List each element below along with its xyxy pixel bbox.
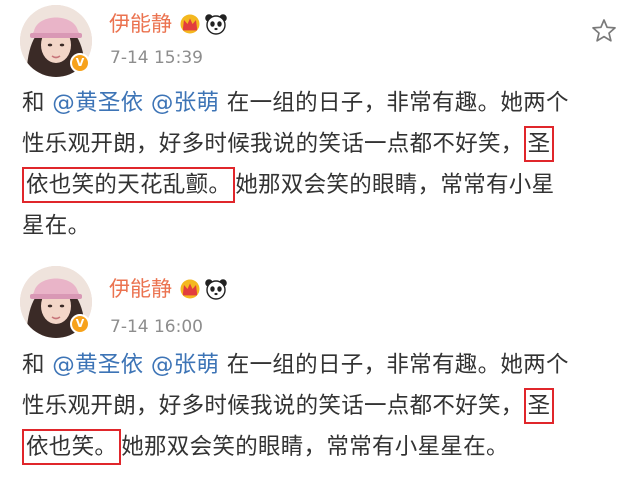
post-timestamp: 7-14 16:00 xyxy=(110,317,203,337)
weibo-post: V 伊能静 7-14 16:00 和 @黄圣依 @张萌 在一组的日子，非常有趣。… xyxy=(0,262,640,499)
mention-link[interactable]: @张萌 xyxy=(151,352,219,378)
text-line: 和 @黄圣依 @张萌 在一组的日子，非常有趣。她两个 xyxy=(22,83,622,124)
panda-icon xyxy=(205,279,227,300)
highlight-box: 圣 xyxy=(523,126,555,162)
post-timestamp: 7-14 15:39 xyxy=(110,48,203,68)
text-fragment: 她那双会笑的眼睛，常常有小星 xyxy=(235,172,555,198)
text-line: 性乐观开朗，好多时候我说的笑话一点都不好笑，圣 xyxy=(22,124,622,165)
author-row: 伊能静 xyxy=(109,275,228,303)
verified-badge: V xyxy=(70,314,90,334)
text-fragment: 和 xyxy=(22,90,45,116)
post-body: 和 @黄圣依 @张萌 在一组的日子，非常有趣。她两个 性乐观开朗，好多时候我说的… xyxy=(22,83,622,247)
text-line: 依也笑的天花乱颤。 她那双会笑的眼睛，常常有小星 xyxy=(22,165,622,206)
highlight-box: 圣 xyxy=(523,388,555,424)
text-fragment: 在一组的日子，非常有趣。她两个 xyxy=(226,90,569,116)
text-fragment: 在一组的日子，非常有趣。她两个 xyxy=(226,352,569,378)
author-row: 伊能静 xyxy=(109,10,228,38)
mention-link[interactable]: @黄圣依 xyxy=(52,352,143,378)
highlight-box: 依也笑的天花乱颤。 xyxy=(22,167,236,203)
text-line: 星在。 xyxy=(22,213,91,239)
username[interactable]: 伊能静 xyxy=(109,275,172,303)
text-fragment: 性乐观开朗，好多时候我说的笑话一点都不好笑， xyxy=(22,393,524,419)
verified-badge: V xyxy=(70,53,90,73)
mention-link[interactable]: @黄圣依 xyxy=(52,90,143,116)
text-line: 和 @黄圣依 @张萌 在一组的日子，非常有趣。她两个 xyxy=(22,345,622,386)
username[interactable]: 伊能静 xyxy=(109,10,172,38)
text-fragment: 性乐观开朗，好多时候我说的笑话一点都不好笑， xyxy=(22,131,524,157)
panda-icon xyxy=(205,14,227,35)
text-line: 性乐观开朗，好多时候我说的笑话一点都不好笑，圣 xyxy=(22,386,622,427)
mention-link[interactable]: @张萌 xyxy=(151,90,219,116)
text-fragment: 和 xyxy=(22,352,45,378)
crown-icon xyxy=(180,279,200,299)
text-fragment: 她那双会笑的眼睛，常常有小星星在。 xyxy=(121,434,509,460)
highlight-box: 依也笑。 xyxy=(22,429,122,465)
star-outline-icon[interactable] xyxy=(590,17,618,45)
text-line: 依也笑。 她那双会笑的眼睛，常常有小星星在。 xyxy=(22,427,622,468)
post-body: 和 @黄圣依 @张萌 在一组的日子，非常有趣。她两个 性乐观开朗，好多时候我说的… xyxy=(22,345,622,468)
weibo-post: V 伊能静 7-14 15:39 和 @黄圣依 @张萌 在一组的日子，非常有趣。… xyxy=(0,0,640,260)
crown-icon xyxy=(180,14,200,34)
